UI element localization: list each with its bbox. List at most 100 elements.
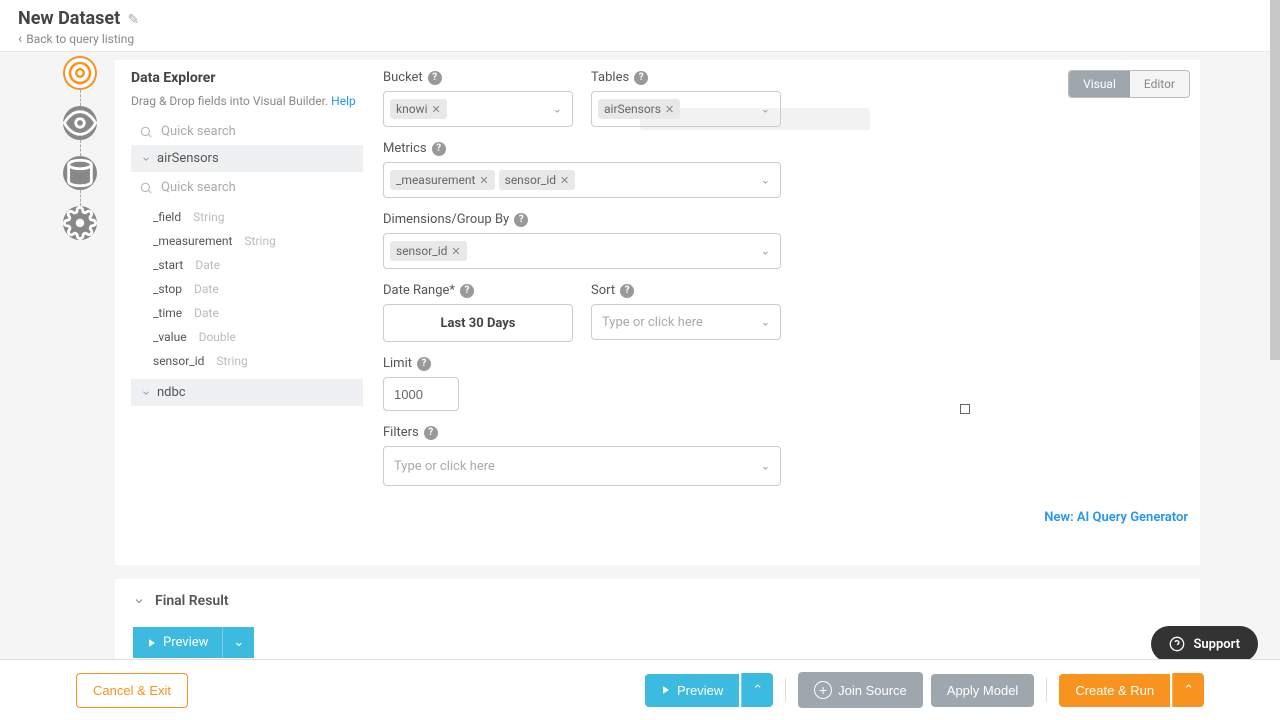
- rail-connector: [80, 90, 81, 106]
- tables-select[interactable]: airSensors✕ ⌄: [591, 91, 781, 127]
- rail-connector: [80, 190, 81, 206]
- cancel-button[interactable]: Cancel & Exit: [76, 673, 188, 708]
- explorer-title: Data Explorer: [131, 70, 363, 86]
- chevron-down-icon: [141, 154, 151, 164]
- bucket-group: Bucket? knowi✕ ⌄: [383, 70, 573, 127]
- filters-group: Filters? Type or click here ⌄: [383, 425, 781, 486]
- field-item[interactable]: _measurementString: [145, 229, 363, 253]
- chip-remove[interactable]: ✕: [665, 103, 674, 116]
- date-range-button[interactable]: Last 30 Days: [383, 304, 573, 342]
- tab-visual[interactable]: Visual: [1069, 71, 1130, 97]
- metrics-select[interactable]: _measurement✕ sensor_id✕ ⌄: [383, 162, 781, 198]
- visual-builder: Bucket? knowi✕ ⌄ Tables? airSensors✕ ⌄ M…: [383, 70, 1180, 486]
- explorer-sub-text: Drag & Drop fields into Visual Builder.: [131, 94, 328, 108]
- dimensions-select[interactable]: sensor_id✕ ⌄: [383, 233, 781, 269]
- filters-select[interactable]: Type or click here ⌄: [383, 446, 781, 486]
- quick-search-table[interactable]: Quick search: [131, 174, 363, 201]
- result-header[interactable]: Final Result: [133, 593, 1182, 609]
- limit-label: Limit?: [383, 356, 459, 371]
- help-link[interactable]: Help: [331, 94, 356, 108]
- placeholder: Type or click here: [390, 459, 495, 474]
- join-label: Join Source: [838, 683, 907, 698]
- field-item[interactable]: _fieldString: [145, 205, 363, 229]
- step-preview-icon[interactable]: [63, 106, 97, 140]
- tree-item-airsensors[interactable]: airSensors: [131, 145, 363, 172]
- tree-label: airSensors: [157, 151, 219, 166]
- footer-preview-dropdown[interactable]: ⌃: [741, 673, 773, 707]
- step-rail: [60, 56, 100, 240]
- step-storage-icon[interactable]: [63, 156, 97, 190]
- create-run-button[interactable]: Create & Run: [1059, 674, 1170, 707]
- create-run-dropdown[interactable]: ⌃: [1172, 673, 1204, 707]
- field-item[interactable]: _valueDouble: [145, 325, 363, 349]
- support-label: Support: [1193, 637, 1240, 652]
- date-range-group: Date Range*? Last 30 Days: [383, 283, 573, 342]
- chevron-down-icon: ⌄: [761, 245, 770, 258]
- chip: _measurement✕: [390, 170, 495, 190]
- footer-bar: Cancel & Exit Preview ⌃ + Join Source Ap…: [0, 659, 1280, 720]
- data-explorer: Data Explorer Drag & Drop fields into Vi…: [131, 70, 363, 408]
- chevron-down-icon: ⌄: [761, 103, 770, 116]
- tab-editor[interactable]: Editor: [1130, 71, 1189, 97]
- chip-remove[interactable]: ✕: [479, 174, 488, 187]
- ai-query-link[interactable]: New: AI Query Generator: [1044, 510, 1188, 525]
- help-icon[interactable]: ?: [460, 284, 474, 298]
- page-title: New Dataset: [18, 8, 120, 29]
- tables-label: Tables?: [591, 70, 781, 85]
- quick-search-input[interactable]: Quick search: [131, 118, 363, 145]
- help-icon[interactable]: ?: [417, 357, 431, 371]
- play-icon: [661, 685, 671, 695]
- help-icon[interactable]: ?: [620, 284, 634, 298]
- chip-remove[interactable]: ✕: [451, 245, 460, 258]
- step-datasource-icon[interactable]: [63, 56, 97, 90]
- chevron-down-icon: ⌄: [761, 460, 770, 473]
- preview-dropdown[interactable]: ⌄: [222, 627, 254, 658]
- help-icon[interactable]: ?: [424, 426, 438, 440]
- scrollbar[interactable]: [1270, 0, 1280, 360]
- edit-icon[interactable]: ✎: [127, 12, 139, 28]
- result-title: Final Result: [155, 593, 229, 609]
- tables-group: Tables? airSensors✕ ⌄: [591, 70, 781, 127]
- sort-select[interactable]: Type or click here ⌄: [591, 304, 781, 340]
- join-source-button[interactable]: + Join Source: [798, 672, 923, 708]
- plus-icon: +: [814, 681, 832, 699]
- help-icon[interactable]: ?: [514, 213, 528, 227]
- metrics-label: Metrics?: [383, 141, 781, 156]
- search-placeholder: Quick search: [161, 180, 236, 195]
- chip-remove[interactable]: ✕: [560, 174, 569, 187]
- chevron-down-icon: ⌄: [761, 316, 770, 329]
- chip: knowi✕: [390, 99, 447, 119]
- page-header: New Dataset ✎ Back to query listing: [0, 0, 1280, 52]
- chip: sensor_id✕: [390, 241, 467, 261]
- help-icon[interactable]: ?: [428, 71, 442, 85]
- divider: [1046, 678, 1047, 702]
- search-icon: [139, 125, 153, 139]
- field-item[interactable]: _timeDate: [145, 301, 363, 325]
- date-range-label: Date Range*?: [383, 283, 573, 298]
- help-icon: [1169, 636, 1185, 652]
- limit-input[interactable]: [383, 377, 459, 411]
- chevron-down-icon: [133, 595, 145, 607]
- footer-preview-button[interactable]: Preview: [645, 674, 739, 707]
- chevron-down-icon: ⌄: [553, 103, 562, 116]
- tree-item-ndbc[interactable]: ndbc: [131, 379, 363, 406]
- chip-remove[interactable]: ✕: [432, 103, 441, 116]
- field-item[interactable]: _startDate: [145, 253, 363, 277]
- sort-label: Sort?: [591, 283, 781, 298]
- help-icon[interactable]: ?: [432, 142, 446, 156]
- preview-button[interactable]: Preview: [133, 627, 222, 658]
- back-link[interactable]: Back to query listing: [18, 31, 1262, 47]
- field-item[interactable]: _stopDate: [145, 277, 363, 301]
- chip: airSensors✕: [598, 99, 680, 119]
- help-icon[interactable]: ?: [634, 71, 648, 85]
- sort-group: Sort? Type or click here ⌄: [591, 283, 781, 342]
- apply-model-button[interactable]: Apply Model: [931, 674, 1035, 707]
- filters-label: Filters?: [383, 425, 781, 440]
- query-builder-panel: Visual Editor Data Explorer Drag & Drop …: [115, 60, 1200, 565]
- support-button[interactable]: Support: [1151, 626, 1258, 662]
- step-settings-icon[interactable]: [63, 206, 97, 240]
- bucket-select[interactable]: knowi✕ ⌄: [383, 91, 573, 127]
- limit-group: Limit?: [383, 356, 459, 411]
- field-list: _fieldString _measurementString _startDa…: [131, 201, 363, 379]
- field-item[interactable]: sensor_idString: [145, 349, 363, 373]
